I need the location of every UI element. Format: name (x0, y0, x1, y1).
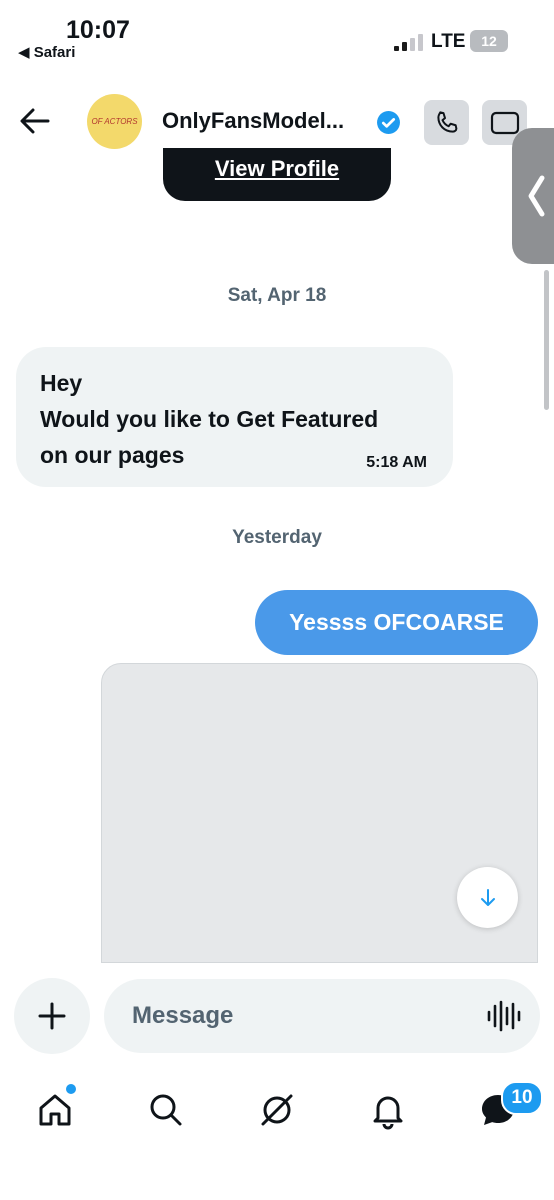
scroll-to-bottom-button[interactable] (457, 867, 518, 928)
status-time: 10:07 (66, 16, 130, 44)
verified-badge-icon (377, 111, 400, 134)
home-notification-dot (64, 1082, 78, 1096)
network-type: LTE (431, 31, 466, 52)
home-icon (39, 1094, 71, 1126)
tab-grok[interactable] (255, 1088, 299, 1132)
tab-notifications[interactable] (366, 1088, 410, 1132)
message-timestamp: 5:18 AM (366, 454, 427, 471)
search-icon (150, 1094, 182, 1126)
chevron-left-icon (528, 175, 545, 217)
outgoing-message-bubble[interactable]: Yessss OFCOARSE (255, 590, 538, 655)
date-separator: Sat, Apr 18 (227, 285, 327, 306)
phone-icon (436, 110, 457, 133)
back-arrow-icon[interactable] (18, 104, 52, 138)
avatar[interactable]: OF ACTORS (87, 94, 142, 149)
video-icon (490, 111, 519, 134)
arrow-down-icon (480, 888, 495, 906)
messages-unread-badge: 10 (501, 1081, 543, 1115)
back-to-safari-link[interactable]: ◀ Safari (18, 43, 75, 61)
add-attachment-button[interactable] (14, 978, 90, 1054)
grok-icon (261, 1094, 293, 1126)
notifications-icon (373, 1096, 403, 1130)
date-separator: Yesterday (232, 527, 322, 548)
chat-title[interactable]: OnlyFansModel... (162, 108, 344, 134)
tab-search[interactable] (144, 1088, 188, 1132)
cellular-signal-icon (394, 34, 423, 51)
incoming-message-bubble[interactable]: Hey Would you like to Get Featured on ou… (16, 347, 453, 487)
voice-message-icon[interactable] (485, 998, 521, 1034)
view-profile-button[interactable]: View Profile (163, 148, 391, 201)
call-button[interactable] (424, 100, 469, 145)
message-line: Hey (40, 370, 83, 396)
message-line: Would you like to Get Featured (40, 406, 379, 432)
plus-icon (38, 1002, 66, 1030)
message-input[interactable] (104, 979, 540, 1053)
battery-indicator: 12 (470, 30, 508, 52)
side-drawer-handle[interactable] (512, 128, 554, 264)
